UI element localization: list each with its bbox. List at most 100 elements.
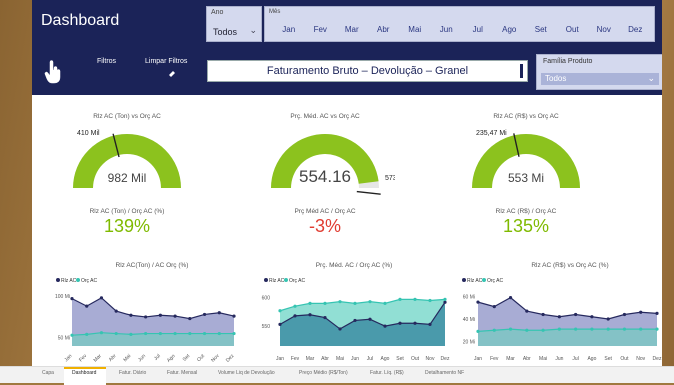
rlz-point [293,314,297,318]
orc-point [590,327,594,331]
y-tick-label: 40 Mi [463,317,475,323]
rlz-point [99,296,104,300]
orc-point [368,300,372,304]
rlz-point [541,312,545,317]
rlz-point [557,315,561,319]
x-tick-label: Nov [210,353,221,364]
x-tick-label: Jul [367,356,373,362]
orc-area [478,329,657,346]
report-canvas: Dashboard Ano Todos ⌄ Mês Jan Fev Mar Abr Ma… [32,0,662,382]
rlz-point [202,312,207,317]
rlz-point [173,314,177,318]
rlz-point [574,312,578,317]
y-tick-label: 550 [262,324,271,330]
y-tick-label: 50 Mi [58,336,70,342]
y-tick-label: 60 Mi [463,295,475,301]
x-tick-label: Jun [137,353,147,363]
y-tick-label: 20 Mi [463,340,475,346]
orc-point [217,331,221,336]
legend-dot-orc [76,278,80,282]
legend-label: Rlz AC [269,278,285,284]
tab-8[interactable]: Detalhamento NF [425,370,464,376]
orc-point [323,301,327,305]
legend-label: Rlz AC [467,278,483,284]
x-tick-label: Set [396,356,404,362]
rlz-point [217,311,221,315]
rlz-point [476,300,480,304]
orc-point [158,331,162,336]
x-tick-label: Jul [572,356,578,362]
chart-title: Rlz AC(Ton) / AC Orç (%) [116,262,189,269]
orc-point [173,331,177,336]
x-tick-label: Ago [587,356,596,362]
orc-point [70,333,74,337]
rlz-point [492,305,496,309]
orc-point [293,304,297,308]
orc-point [574,327,578,331]
tab-1[interactable]: Capa [42,370,54,376]
tab-3[interactable]: Fatur. Diário [119,370,146,376]
x-tick-label: Out [411,356,420,362]
rlz-point [129,313,133,317]
tab-7[interactable]: Fatur. Líq. (R$) [370,370,404,376]
x-tick-label: Jan [276,356,284,362]
rlz-point [278,322,282,326]
orc-point [557,327,561,331]
orc-point [413,297,417,301]
x-tick-label: Abr [523,356,531,362]
x-tick-label: Mai [336,356,344,362]
tab-2[interactable]: Dashboard [72,370,96,376]
x-tick-label: Out [620,356,629,362]
orc-point [188,331,192,336]
rlz-point [353,318,357,323]
orc-point [232,331,236,336]
rlz-point [525,309,529,313]
rlz-point [368,317,372,321]
y-tick-label: 100 Mi [55,294,70,300]
x-tick-label: Fev [291,356,300,362]
orc-point [622,327,627,331]
orc-point [525,328,529,332]
orc-point [353,301,357,305]
rlz-point [338,327,342,331]
orc-point [476,329,480,333]
rlz-point [85,304,89,308]
x-tick-label: Dez [225,353,236,364]
x-tick-label: Set [182,353,192,363]
orc-point [443,297,447,301]
orc-point [508,327,513,331]
orc-point [606,327,610,331]
y-tick-label: 600 [262,296,271,302]
rlz-point [622,312,627,317]
trend-charts: Rlz AC(Ton) / AC Orç (%) Rlz AC Orç AC 100 … [55,262,662,364]
chart-title: Rlz AC (R$) vs Orç AC (%) [531,262,608,269]
chart-title: Prç. Méd. AC / Orç AC (%) [316,262,393,269]
x-tick-label: Set [604,356,612,362]
rlz-point [232,314,236,318]
x-tick-label: Abr [321,356,329,362]
tab-5[interactable]: Volume Liq de Devolução [218,370,275,376]
x-tick-label: Out [196,353,206,363]
page-tabs: Capa Dashboard Fatur. Diário Fatur. Mensal V… [0,366,674,385]
x-tick-label: Jan [474,356,482,362]
rlz-point [114,309,118,313]
orc-point [492,328,496,332]
orc-point [278,309,282,313]
x-tick-label: Jun [351,356,359,362]
orc-area [72,332,234,346]
tab-6[interactable]: Preço Médio (R$/Ton) [299,370,348,376]
rlz-point [158,313,162,317]
x-tick-label: Mai [122,353,132,363]
rlz-point [508,296,513,300]
legend-dot-rlz [56,278,60,282]
tab-4[interactable]: Fatur. Mensal [167,370,197,376]
x-tick-label: Mar [506,356,515,362]
x-tick-label: Dez [441,356,450,362]
rlz-point [188,316,192,321]
x-tick-label: Jul [153,353,162,362]
orc-point [338,300,342,304]
x-tick-label: Ago [381,356,390,362]
rlz-point [398,321,402,325]
x-tick-label: Fev [78,353,88,363]
x-tick-label: Dez [653,356,662,362]
